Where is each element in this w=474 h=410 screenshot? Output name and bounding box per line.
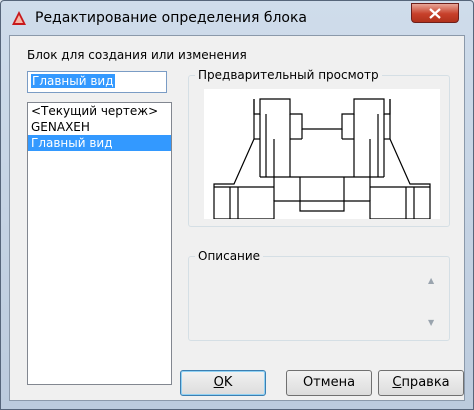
description-text[interactable] [196, 266, 444, 336]
list-item-current-drawing[interactable]: <Текущий чертеж> [28, 103, 171, 119]
cancel-label: Отмена [302, 375, 356, 390]
scroll-down-arrow-icon[interactable]: ▼ [428, 318, 434, 327]
block-list[interactable]: <Текущий чертеж> GENAXEH Главный вид [27, 102, 172, 385]
ok-label: K [223, 375, 233, 390]
cancel-button[interactable]: Отмена [286, 370, 372, 396]
dialog-body: Блок для создания или изменения Главный … [9, 35, 465, 401]
block-preview-drawing [213, 98, 431, 220]
autocad-app-icon [12, 11, 26, 25]
ok-mnemonic: O [213, 375, 224, 390]
title-bar[interactable]: Редактирование определения блока [1, 1, 473, 35]
scroll-up-arrow-icon[interactable]: ▲ [428, 276, 434, 285]
close-icon [429, 8, 441, 19]
dialog-window: Редактирование определения блока Блок дл… [0, 0, 474, 410]
ok-button[interactable]: OK [180, 370, 266, 396]
preview-image [204, 89, 440, 220]
block-label: Блок для создания или изменения [27, 48, 247, 62]
close-button[interactable] [411, 3, 459, 23]
help-button[interactable]: Справка [378, 370, 464, 396]
list-item-genaxeh[interactable]: GENAXEH [28, 119, 171, 135]
description-label: Описание [195, 249, 264, 263]
window-title: Редактирование определения блока [35, 10, 308, 26]
block-name-input[interactable]: Главный вид [27, 71, 167, 93]
block-name-value: Главный вид [31, 74, 115, 88]
preview-label: Предварительный просмотр [195, 68, 382, 82]
help-label: правка [401, 375, 450, 390]
list-item-main-view[interactable]: Главный вид [28, 135, 171, 151]
